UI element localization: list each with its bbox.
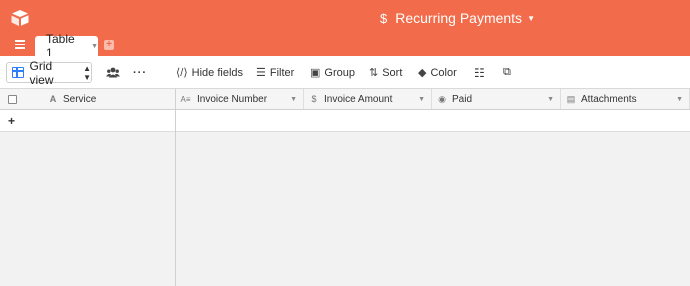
column-header-label: Invoice Amount [324, 93, 393, 105]
chevron-down-icon[interactable]: ▼ [290, 96, 297, 103]
base-title-label: Recurring Payments [395, 10, 523, 26]
view-name: Grid view [29, 58, 54, 87]
column-header-label: Paid [452, 93, 473, 105]
chevron-down-icon[interactable]: ▼ [91, 43, 98, 50]
primary-field-pane: A Service + [0, 89, 176, 286]
column-header-invoice-number[interactable]: A≡ Invoice Number ▼ [176, 89, 304, 109]
more-options-icon[interactable]: ··· [133, 56, 147, 89]
column-header-service[interactable]: A Service [48, 89, 175, 109]
sort-icon: ⇅ [369, 67, 379, 79]
top-bar: $ Recurring Payments ▼ [0, 0, 690, 36]
column-header-label: Invoice Number [197, 93, 268, 105]
group-label: Group [324, 66, 355, 79]
share-view-icon[interactable]: ⧉ [503, 56, 511, 89]
add-row-area[interactable] [176, 110, 690, 132]
hide-fields-button[interactable]: ⟨/⟩ Hide fields [176, 56, 243, 89]
column-header-label: Attachments [581, 93, 637, 105]
color-label: Color [430, 66, 457, 79]
collaborators-icon[interactable] [106, 67, 120, 78]
hide-fields-icon: ⟨/⟩ [176, 67, 188, 79]
tab-table-1[interactable]: Table 1 ▼ [35, 32, 98, 60]
group-button[interactable]: ▣ Group [310, 56, 355, 89]
column-header-attachments[interactable]: ▤ Attachments ▼ [561, 89, 690, 109]
paint-bucket-icon: ◆ [418, 67, 427, 79]
add-row-button[interactable]: + [0, 110, 175, 132]
column-header-invoice-amount[interactable]: $ Invoice Amount ▼ [304, 89, 432, 109]
chevron-down-icon[interactable]: ▼ [547, 96, 554, 103]
chevron-down-icon[interactable]: ▼ [418, 96, 425, 103]
view-toolbar: Grid view ▲ ▼ ··· ⟨/⟩ Hide fields ☰ Filte… [0, 56, 690, 89]
column-headers: A≡ Invoice Number ▼ $ Invoice Amount ▼ ◉… [176, 89, 690, 110]
sort-label: Sort [382, 66, 403, 79]
select-all-checkbox[interactable] [8, 95, 17, 104]
base-title[interactable]: $ Recurring Payments ▼ [380, 9, 535, 27]
filter-icon: ☰ [256, 67, 266, 79]
chevron-down-icon[interactable]: ▼ [676, 96, 683, 103]
single-select-icon: ◉ [438, 93, 446, 104]
grid-view-icon [12, 67, 24, 78]
currency-icon: $ [311, 94, 317, 104]
fields-pane: A≡ Invoice Number ▼ $ Invoice Amount ▼ ◉… [176, 89, 690, 286]
sort-button[interactable]: ⇅ Sort [369, 56, 402, 89]
hide-fields-label: Hide fields [191, 66, 243, 79]
text-type-icon: A [49, 94, 57, 104]
table-tab-bar: Table 1 ▼ + [0, 32, 690, 60]
view-switcher[interactable]: Grid view ▲ ▼ [6, 59, 92, 87]
airtable-logo-icon[interactable] [10, 9, 30, 27]
group-icon: ▣ [310, 67, 321, 79]
filter-button[interactable]: ☰ Filter [256, 56, 294, 89]
filter-label: Filter [269, 66, 295, 79]
add-row-icon: + [8, 114, 16, 128]
chevron-down-icon: ▼ [527, 13, 535, 23]
row-height-icon[interactable]: ☷ [474, 56, 485, 89]
up-down-chevron-icon: ▲ ▼ [83, 63, 91, 82]
attachment-icon: ▤ [566, 93, 576, 104]
column-header-label: Service [63, 93, 97, 105]
add-table-icon[interactable]: + [104, 40, 114, 50]
column-header-paid[interactable]: ◉ Paid ▼ [432, 89, 561, 109]
primary-column-header: A Service [0, 89, 175, 110]
long-text-icon: A≡ [180, 94, 191, 104]
dollar-icon: $ [380, 10, 388, 26]
hamburger-menu-icon[interactable] [15, 40, 25, 49]
color-button[interactable]: ◆ Color [418, 56, 457, 89]
